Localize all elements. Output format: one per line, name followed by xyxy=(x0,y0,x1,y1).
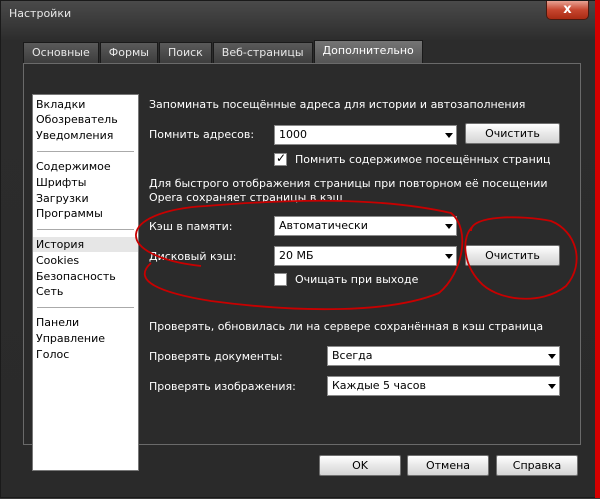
annotation-ellipse-cache xyxy=(135,199,464,311)
help-button[interactable]: Справка xyxy=(496,455,578,476)
settings-window: Настройки x Основные Формы Поиск Веб-стр… xyxy=(0,0,600,498)
ok-button[interactable]: OK xyxy=(319,455,401,476)
red-border-strip xyxy=(595,0,600,498)
red-annotation-overlay xyxy=(135,199,578,311)
cancel-button[interactable]: Отмена xyxy=(407,455,489,476)
annotation-circle-clear xyxy=(464,216,578,300)
